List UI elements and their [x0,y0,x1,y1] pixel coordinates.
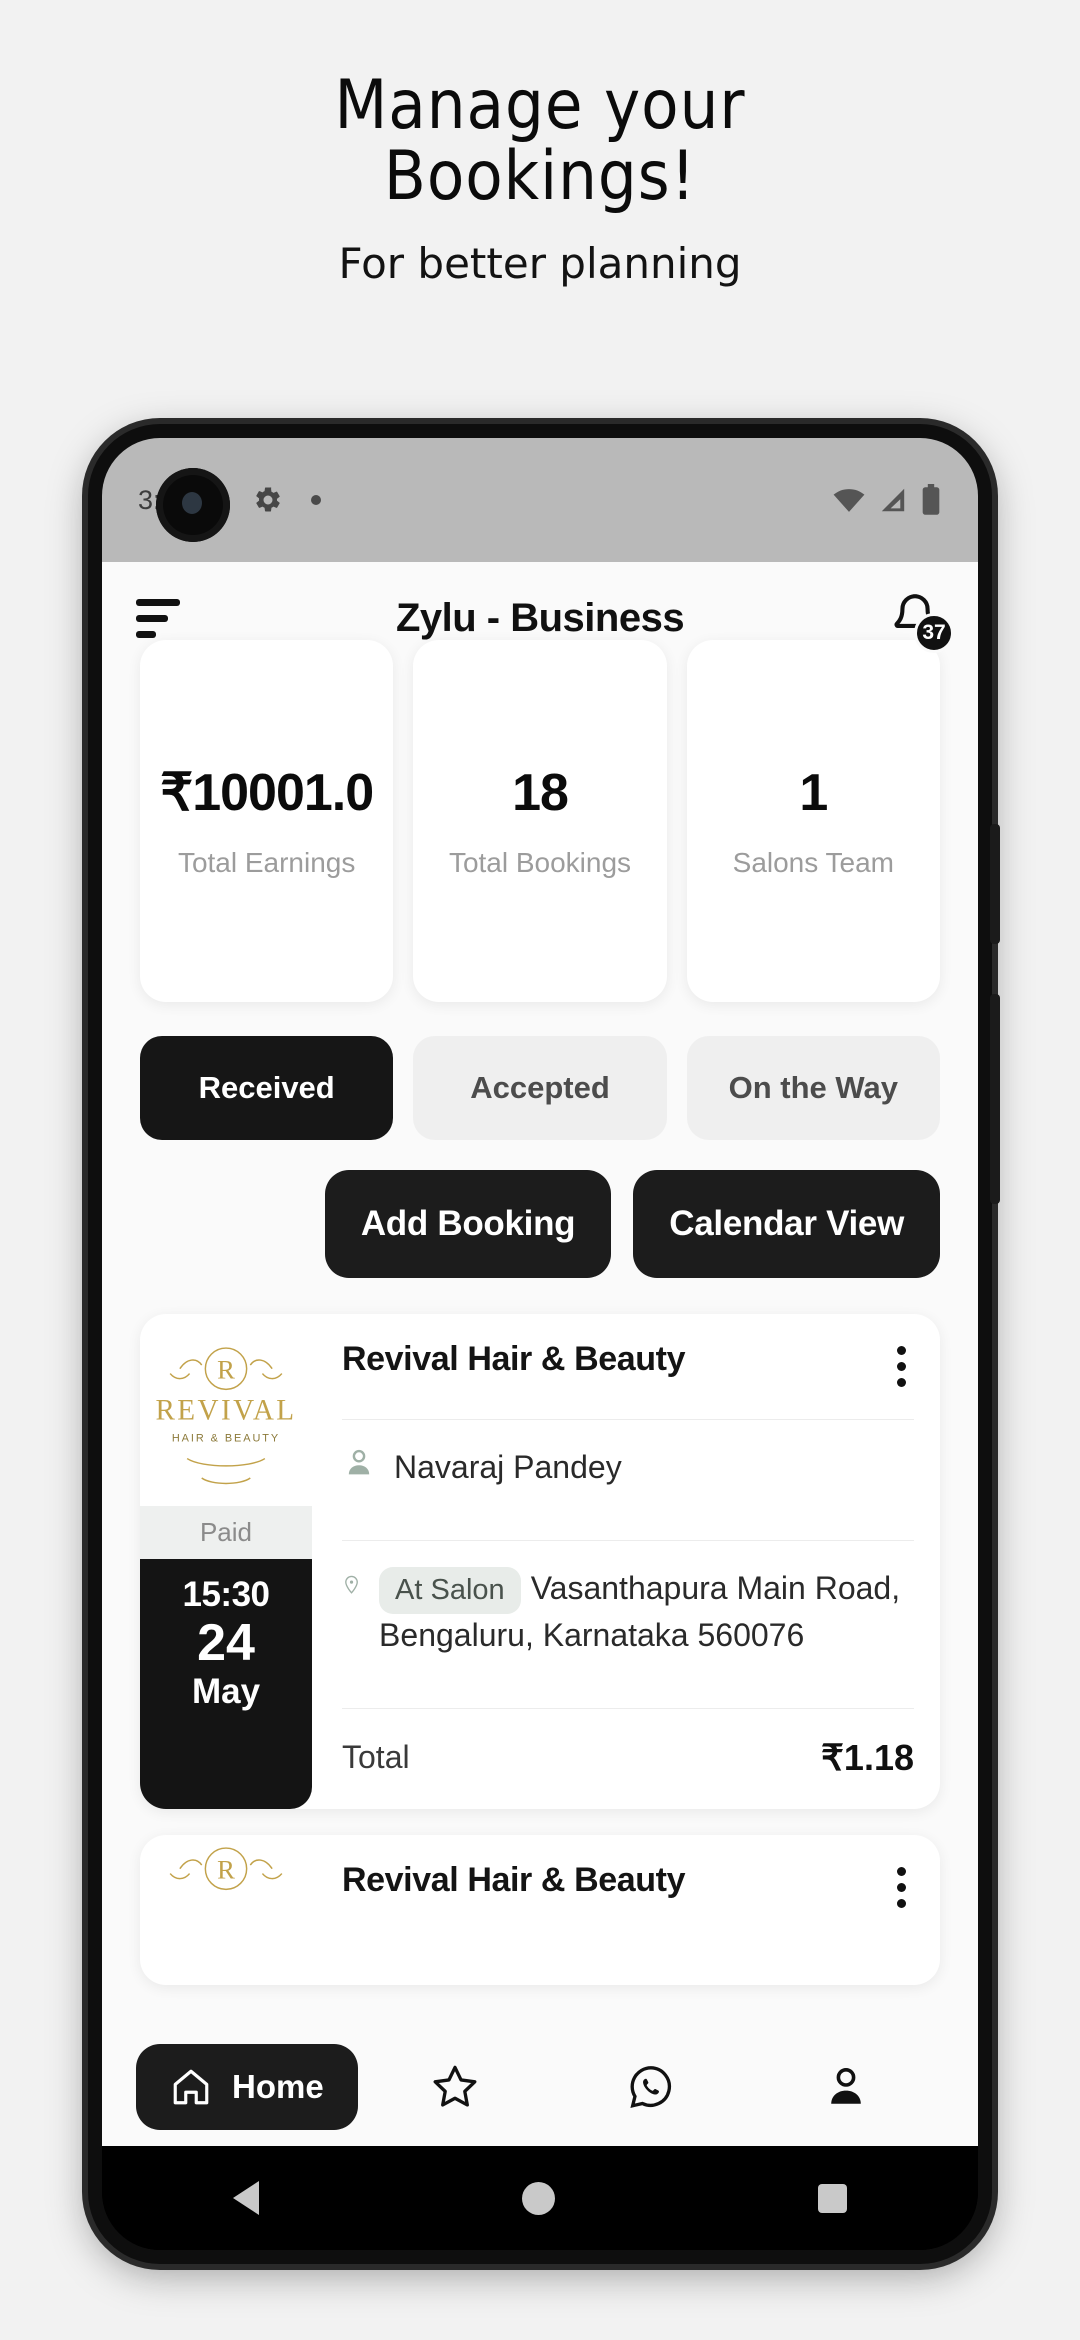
screenshot-root: Manage your Bookings! For better plannin… [0,0,1080,2340]
stat-value: 18 [512,764,569,822]
promo-title-line1: Manage your [334,66,746,145]
salon-name: Revival Hair & Beauty [342,1860,686,1899]
total-row: Total ₹1.18 [342,1709,914,1809]
action-buttons: Add Booking Calendar View [102,1170,978,1278]
gear-icon [255,487,280,512]
location-type-chip: At Salon [379,1567,521,1614]
svg-text:R: R [217,1354,235,1384]
hamburger-menu-icon[interactable] [136,598,180,638]
booking-card-header: Revival Hair & Beauty [342,1861,914,1914]
battery-icon [922,484,940,515]
signal-icon [881,488,905,512]
home-icon [173,2069,209,2105]
nav-item-home[interactable]: Home [136,2044,358,2130]
revival-logo-icon: R REVIVAL HAIR & BEAUTY [155,1347,296,1485]
android-navigation-bar [102,2146,978,2250]
page-title: Zylu - Business [395,595,685,640]
star-icon [433,2065,477,2107]
booking-datetime: 15:30 24 May [140,1559,312,1809]
home-button-icon[interactable] [521,2181,555,2215]
calendar-view-button[interactable]: Calendar View [633,1170,940,1278]
phone-frame: 3: Zylu - Business 37 ₹10001.0 Total Ear… [88,424,1000,2264]
tab-on-the-way[interactable]: On the Way [686,1036,940,1140]
tab-received[interactable]: Received [140,1036,394,1140]
total-label: Total [342,1739,410,1776]
total-amount: ₹1.18 [821,1736,914,1778]
front-camera-cutout [156,468,230,542]
nav-item-home-label: Home [232,2068,324,2105]
app-content: Zylu - Business 37 ₹10001.0 Total Earnin… [102,562,978,2146]
booking-card-left: R REVIVAL HAIR & BEAUTY Paid 15:30 24 Ma… [140,1314,312,1809]
status-bar: 3: [102,438,978,562]
promo-title-line2: Bookings! [383,137,697,217]
stat-card-salons-team[interactable]: 1 Salons Team [686,640,940,1002]
notification-badge: 37 [914,613,954,653]
dot-indicator [310,495,321,505]
promo-subtitle: For better planning [338,238,742,288]
booking-card[interactable]: R Revival Hair & Beauty [140,1834,940,1985]
status-bar-right [832,484,942,516]
booking-day: 24 [197,1614,255,1672]
salon-name: Revival Hair & Beauty [342,1340,686,1378]
svg-text:HAIR & BEAUTY: HAIR & BEAUTY [172,1433,280,1445]
more-options-icon[interactable] [889,1861,914,1914]
booking-list: R REVIVAL HAIR & BEAUTY Paid 15:30 24 Ma… [102,1314,978,1985]
stat-label: Total Earnings [177,847,356,878]
booking-month: May [191,1672,261,1712]
power-button[interactable] [990,994,1000,1204]
salon-logo: R [140,1835,312,1985]
revival-logo-icon: R [169,1847,283,1890]
salon-logo: R REVIVAL HAIR & BEAUTY [140,1314,312,1506]
booking-status-tabs: Received Accepted On the Way [102,1036,978,1140]
nav-item-whatsapp[interactable] [553,2044,748,2130]
nav-item-profile[interactable] [749,2044,944,2130]
location-pin-icon [345,1575,358,1595]
location-text: At Salon Vasanthapura Main Road, Bengalur… [379,1567,914,1656]
nav-item-favorites[interactable] [358,2044,553,2130]
tab-accepted[interactable]: Accepted [413,1036,667,1140]
payment-status-badge: Paid [140,1506,312,1559]
stat-value: ₹10001.0 [160,764,374,822]
more-options-icon[interactable] [889,1340,914,1393]
location-row: At Salon Vasanthapura Main Road, Bengalur… [342,1541,914,1682]
wifi-icon [833,489,865,512]
promo-header: Manage your Bookings! For better plannin… [0,70,1080,288]
stat-card-total-earnings[interactable]: ₹10001.0 Total Earnings [140,640,394,1002]
booking-card-left: R [140,1835,312,1985]
stat-label: Salons Team [732,847,894,878]
stat-label: Total Bookings [448,847,632,878]
back-button-icon[interactable] [233,2181,260,2215]
booking-card-header: Revival Hair & Beauty [342,1340,914,1393]
phone-screen: 3: Zylu - Business 37 ₹10001.0 Total Ear… [102,438,978,2250]
svg-text:R: R [217,1854,235,1884]
booking-card[interactable]: R REVIVAL HAIR & BEAUTY Paid 15:30 24 Ma… [140,1314,940,1809]
promo-title: Manage your Bookings! [0,70,1080,213]
person-icon [348,1449,370,1475]
volume-button[interactable] [990,824,1000,944]
whatsapp-icon [630,2066,671,2108]
app-bar: Zylu - Business 37 [102,562,978,674]
booking-time: 15:30 [182,1575,270,1614]
stat-value: 1 [799,764,828,822]
stats-row: ₹10001.0 Total Earnings 18 Total Booking… [102,640,978,1002]
bottom-navigation: Home [102,2028,978,2146]
customer-row: Navaraj Pandey [342,1420,914,1514]
booking-card-right: Revival Hair & Beauty [312,1835,940,1985]
stat-card-total-bookings[interactable]: 18 Total Bookings [413,640,667,1002]
svg-text:REVIVAL: REVIVAL [155,1395,296,1427]
recents-button-icon[interactable] [817,2183,847,2213]
customer-name: Navaraj Pandey [394,1449,622,1485]
booking-card-right: Revival Hair & Beauty Navaraj Pandey At … [312,1314,940,1809]
add-booking-button[interactable]: Add Booking [324,1170,612,1278]
notification-bell-button[interactable]: 37 [886,589,954,653]
profile-icon [831,2067,862,2104]
